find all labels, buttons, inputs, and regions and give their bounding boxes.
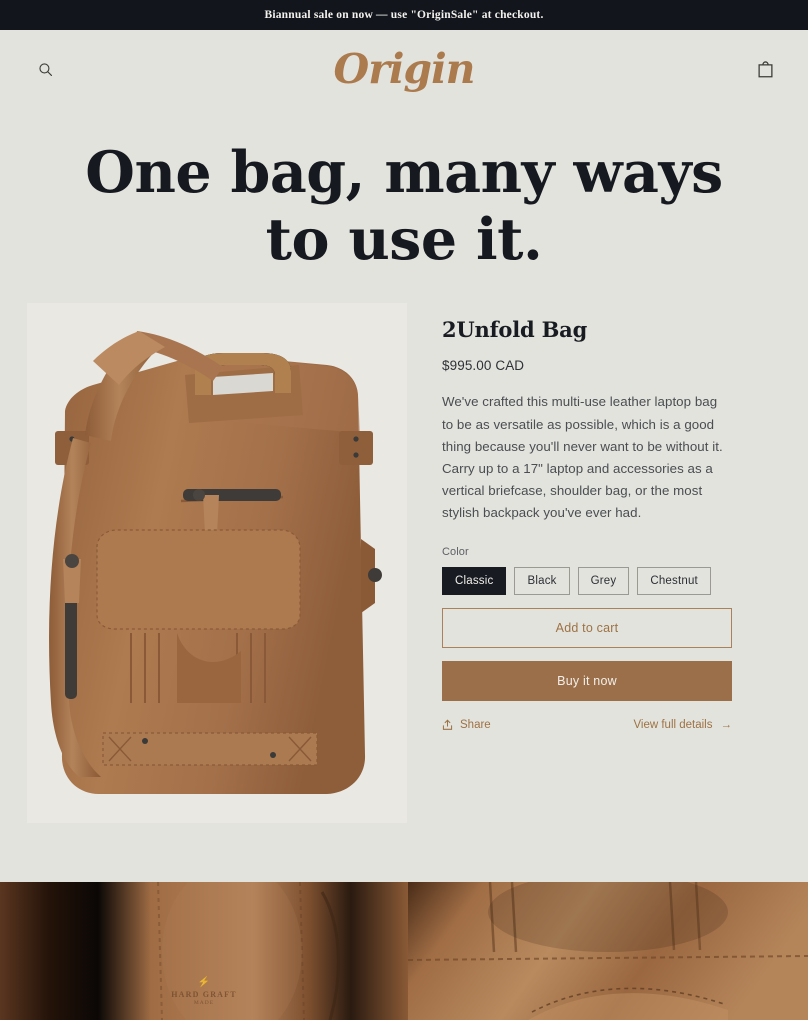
emboss-bolt-icon: ⚡ — [197, 977, 211, 988]
color-swatch-group: Classic Black Grey Chestnut — [442, 566, 732, 595]
hero-section: One bag, many ways to use it. — [0, 108, 808, 303]
view-full-details-link[interactable]: View full details → — [633, 719, 732, 731]
add-to-cart-button[interactable]: Add to cart — [442, 607, 732, 648]
color-option-black[interactable]: Black — [514, 566, 570, 595]
product-description: We've crafted this multi-use leather lap… — [442, 394, 723, 521]
leather-emboss-mark: ⚡ HARD GRAFT MADE — [171, 977, 237, 1006]
storefront-page: Biannual sale on now — use "OriginSale" … — [0, 0, 808, 1020]
gallery-image-right[interactable] — [408, 882, 808, 1020]
search-icon — [38, 62, 52, 76]
page-title: One bag, many ways to use it. — [70, 139, 738, 273]
site-logo[interactable]: Origin — [334, 48, 476, 90]
cart-button[interactable] — [748, 52, 782, 86]
color-option-label: Color — [442, 545, 469, 558]
emboss-sub-text: MADE — [193, 1000, 215, 1006]
buy-it-now-button[interactable]: Buy it now — [442, 660, 732, 701]
product-info: 2Unfold Bag $995.00 CAD We've crafted th… — [442, 303, 732, 848]
hero-title-line-2: to use it. — [265, 205, 543, 273]
site-header: Origin — [0, 30, 808, 108]
arrow-right-icon: → — [720, 718, 733, 731]
leather-bag-illustration — [27, 303, 407, 824]
share-button[interactable]: Share — [442, 719, 491, 731]
gallery-strip: ⚡ HARD GRAFT MADE — [0, 882, 808, 1020]
share-icon — [442, 719, 453, 730]
color-option-classic[interactable]: Classic — [442, 566, 507, 595]
product-title: 2Unfold Bag — [442, 317, 588, 343]
announcement-bar: Biannual sale on now — use "OriginSale" … — [0, 0, 808, 30]
hero-title-line-1: One bag, many ways — [85, 139, 723, 206]
emboss-brand-text: HARD GRAFT — [171, 990, 237, 999]
product-media — [22, 303, 412, 848]
product-links: Share View full details → — [442, 719, 732, 731]
search-button[interactable] — [28, 52, 62, 86]
share-label: Share — [460, 718, 491, 731]
shopping-bag-icon — [757, 60, 773, 77]
product-section: 2Unfold Bag $995.00 CAD We've crafted th… — [0, 303, 808, 848]
product-image[interactable] — [27, 303, 407, 824]
leather-detail-photo-right — [408, 882, 808, 1020]
view-details-label: View full details — [633, 718, 713, 731]
gallery-image-left[interactable]: ⚡ HARD GRAFT MADE — [0, 882, 408, 1020]
product-price: $995.00 CAD — [442, 358, 525, 374]
announcement-text: Biannual sale on now — use "OriginSale" … — [264, 9, 544, 21]
color-option-grey[interactable]: Grey — [577, 566, 630, 595]
color-option-chestnut[interactable]: Chestnut — [637, 566, 711, 595]
